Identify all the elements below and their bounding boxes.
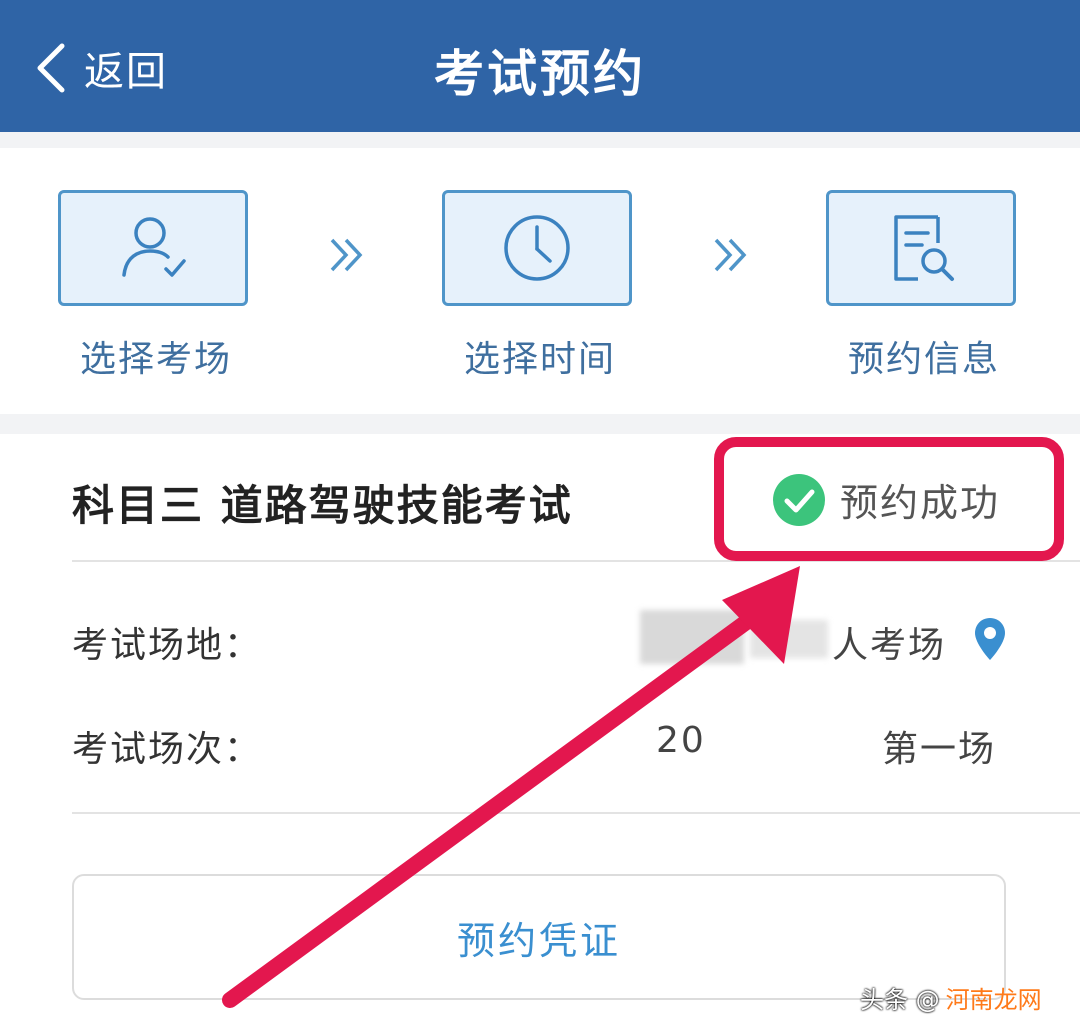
step-label: 选择时间 (463, 339, 616, 380)
page-title: 考试预约 (434, 45, 646, 103)
step-booking-info[interactable]: 预约信息 (826, 190, 1022, 382)
user-check-icon (122, 217, 186, 277)
top-nav-bar: 返回 考试预约 (0, 0, 1080, 132)
session-label: 考试场次： (72, 729, 263, 770)
session-date: 20 (656, 720, 706, 761)
double-chevron-right-icon (714, 238, 747, 272)
step-label: 选择考场 (79, 339, 232, 380)
location-pin-icon[interactable] (972, 616, 1008, 662)
step-select-venue[interactable]: 选择考场 (58, 190, 254, 382)
document-search-icon (894, 215, 954, 281)
watermark-prefix: 头条 @ (860, 986, 940, 1014)
watermark: 头条 @ 河南龙网 (860, 980, 1042, 1015)
venue-value: 人考场 (832, 625, 947, 666)
clock-icon (504, 215, 570, 281)
venue-label: 考试场地： (72, 625, 263, 666)
step-icon-box (58, 190, 248, 306)
step-select-time[interactable]: 选择时间 (442, 190, 638, 382)
double-chevron-right-icon (330, 238, 363, 272)
blurred-text (750, 620, 828, 658)
session-value: 第一场 (882, 729, 997, 770)
step-icon-box (826, 190, 1016, 306)
annotation-highlight-box (714, 437, 1064, 561)
step-label: 预约信息 (847, 339, 1000, 380)
watermark-site: 河南龙网 (945, 986, 1042, 1014)
blurred-text (640, 610, 744, 664)
voucher-label: 预约凭证 (456, 918, 621, 963)
exam-name: 科目三 道路驾驶技能考试 (72, 481, 573, 530)
divider (72, 812, 1080, 814)
booking-steps: 选择考场 选择时间 预约信息 (0, 148, 1080, 414)
step-icon-box (442, 190, 632, 306)
